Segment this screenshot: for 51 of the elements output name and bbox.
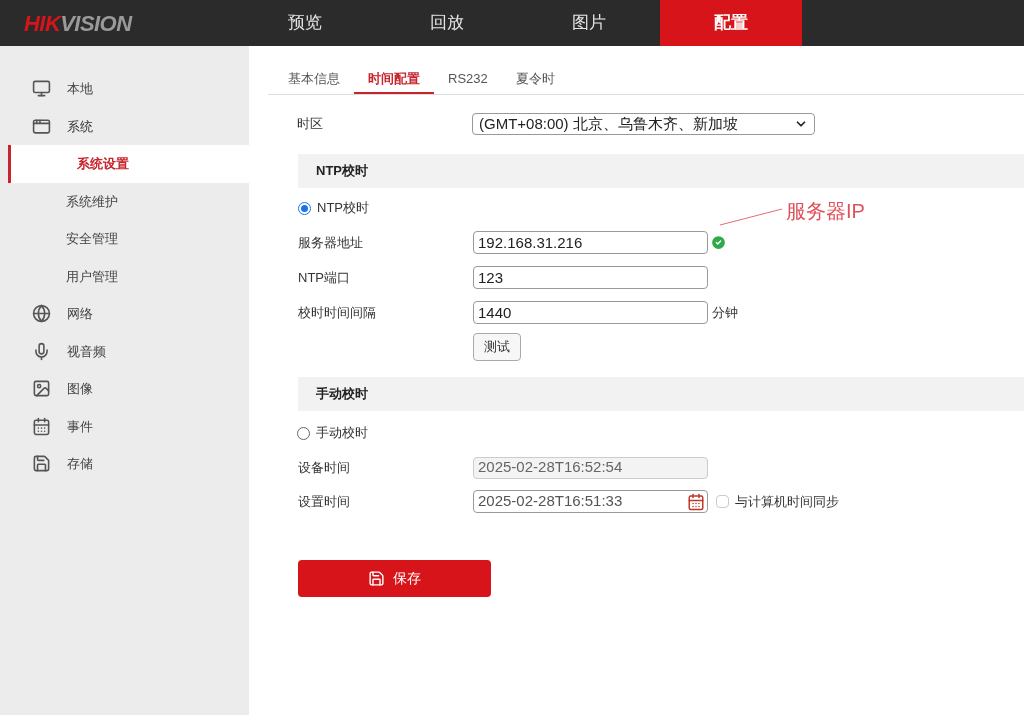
sidebar-subitem[interactable]: 系统设置	[8, 145, 249, 183]
menu-icon	[32, 416, 51, 436]
field-label: 校时时间间隔	[298, 303, 377, 322]
radio-option[interactable]: 手动校时	[297, 421, 368, 445]
field-label: 设置时间	[298, 492, 351, 511]
menu-icon	[32, 304, 51, 324]
checkbox[interactable]	[716, 495, 729, 508]
section-header: NTP校时	[298, 154, 1024, 188]
sidebar-item[interactable]: 事件	[0, 407, 249, 445]
tab[interactable]: RS232	[434, 68, 502, 94]
radio-option[interactable]: NTP校时	[298, 196, 369, 220]
menu-icon	[32, 454, 51, 474]
menu-icon	[32, 379, 51, 399]
menu-icon	[32, 79, 51, 99]
calendar-icon[interactable]	[687, 492, 705, 511]
nav-tab[interactable]: 回放	[376, 0, 518, 46]
logo: HIKVISION	[23, 9, 134, 38]
nav-tab[interactable]: 预览	[234, 0, 376, 46]
field-label: 时区	[297, 115, 324, 134]
sidebar-item[interactable]: 图像	[0, 370, 249, 408]
text-input[interactable]: 123	[473, 266, 708, 289]
menu-icon	[32, 116, 51, 136]
menu-icon	[32, 341, 51, 361]
leader-line	[720, 208, 782, 226]
sidebar-item[interactable]: 系统	[0, 107, 249, 145]
save-icon	[368, 570, 385, 587]
sidebar-item[interactable]: 网络	[0, 295, 249, 333]
text-input[interactable]: 1440	[473, 301, 708, 324]
nav-tab[interactable]: 图片	[518, 0, 660, 46]
sidebar-subitem[interactable]: 系统维护	[0, 182, 249, 220]
annotation-text: 服务器IP	[786, 199, 865, 224]
field-label: 服务器地址	[298, 233, 364, 252]
tab[interactable]: 基本信息	[274, 68, 354, 94]
sidebar-subitem[interactable]: 用户管理	[0, 257, 249, 295]
datetime-input[interactable]: 2025-02-28T16:51:33	[473, 490, 708, 513]
tab[interactable]: 时间配置	[354, 68, 434, 94]
timezone-select[interactable]: (GMT+08:00) 北京、乌鲁木齐、新加坡	[472, 113, 815, 135]
text-input[interactable]: 192.168.31.216	[473, 231, 708, 254]
field-label: 设备时间	[298, 458, 351, 477]
sidebar-item[interactable]: 本地	[0, 70, 249, 108]
test-button[interactable]: 测试	[473, 333, 521, 361]
save-button[interactable]: 保存	[298, 560, 491, 597]
sidebar-item[interactable]: 视音频	[0, 332, 249, 370]
field-label: NTP端口	[298, 268, 351, 287]
section-header: 手动校时	[298, 377, 1024, 411]
unit-label: 分钟	[712, 303, 738, 322]
sidebar-subitem[interactable]: 安全管理	[0, 220, 249, 258]
sidebar-item[interactable]: 存储	[0, 445, 249, 483]
checkbox-label: 与计算机时间同步	[735, 492, 839, 511]
nav-tab[interactable]: 配置	[660, 0, 802, 46]
tab[interactable]: 夏令时	[501, 68, 569, 94]
